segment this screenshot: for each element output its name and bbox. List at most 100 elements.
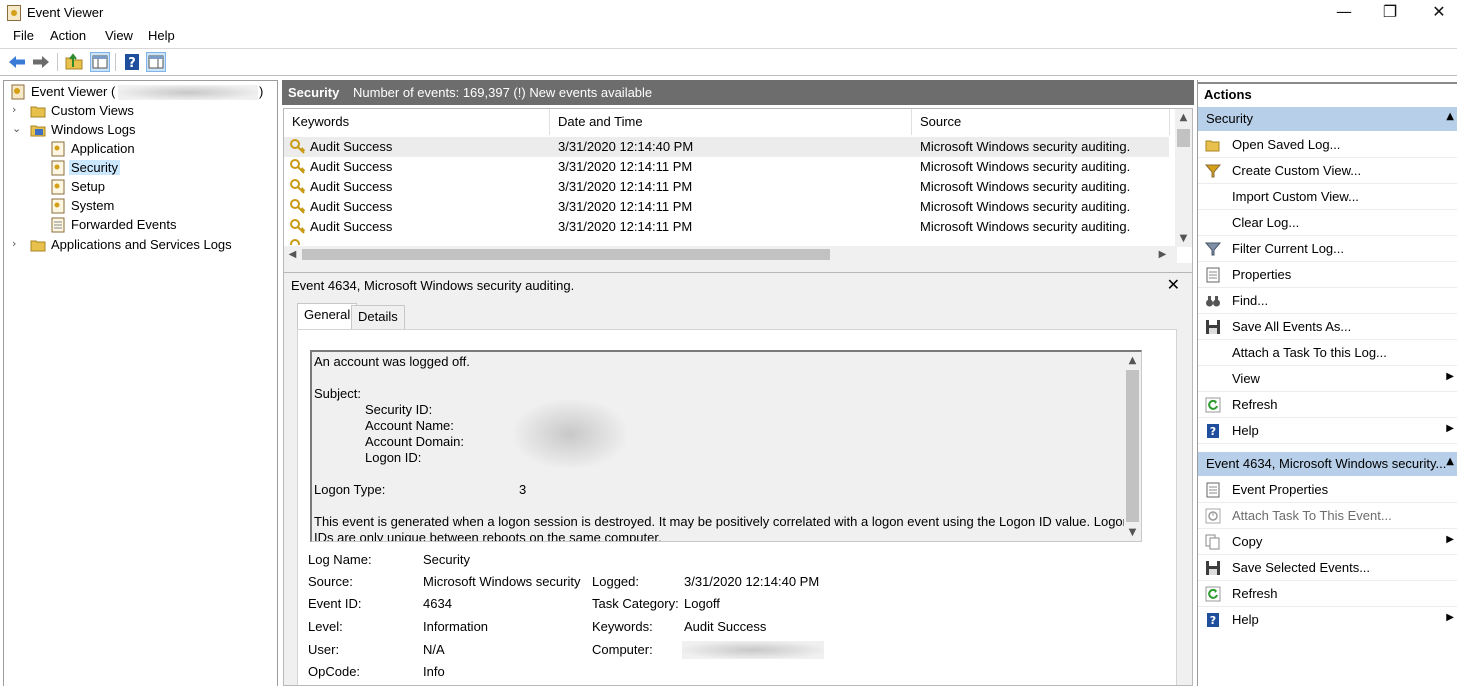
log-name-label: Log Name: bbox=[308, 552, 372, 567]
date-cell: 3/31/2020 12:14:40 PM bbox=[558, 139, 694, 154]
message-text: This event is generated when a logon ses… bbox=[314, 514, 1130, 529]
action-help-event[interactable]: ? Help ▶ bbox=[1198, 607, 1457, 633]
tree-item-application[interactable]: Application bbox=[8, 140, 273, 159]
table-row[interactable]: Audit Success 3/31/2020 12:14:40 PM Micr… bbox=[284, 137, 1169, 157]
message-text: An account was logged off. bbox=[314, 354, 470, 369]
tree-label: Windows Logs bbox=[51, 122, 136, 137]
action-import-custom-view[interactable]: Import Custom View... bbox=[1198, 184, 1457, 210]
close-icon[interactable]: ✕ bbox=[1167, 275, 1180, 294]
collapse-icon[interactable]: ▲ bbox=[1446, 456, 1454, 467]
actions-section-security[interactable]: Security ▲ bbox=[1198, 107, 1457, 131]
table-row[interactable]: Audit Success 3/31/2020 12:14:11 PM Micr… bbox=[284, 157, 1169, 177]
action-create-custom-view[interactable]: Create Custom View... bbox=[1198, 158, 1457, 184]
scroll-thumb[interactable] bbox=[302, 249, 830, 260]
tree-item-custom-views[interactable]: › Custom Views bbox=[8, 102, 273, 121]
scroll-up-icon[interactable]: ▲ bbox=[1124, 352, 1141, 369]
folder-up-icon[interactable] bbox=[64, 52, 84, 72]
menu-action[interactable]: Action bbox=[50, 28, 86, 43]
table-row[interactable] bbox=[284, 237, 1169, 245]
scroll-left-icon[interactable]: ◀ bbox=[284, 246, 301, 263]
action-event-properties[interactable]: Event Properties bbox=[1198, 477, 1457, 503]
section-title: Security bbox=[1206, 111, 1253, 126]
minimize-button[interactable]: — bbox=[1329, 2, 1359, 24]
scroll-down-icon[interactable]: ▼ bbox=[1175, 230, 1192, 247]
filter-icon bbox=[1204, 241, 1222, 257]
log-header: Security Number of events: 169,397 (!) N… bbox=[282, 80, 1194, 105]
tree-item-event-viewer[interactable]: Event Viewer ( ) bbox=[8, 83, 273, 102]
action-help[interactable]: ? Help ▶ bbox=[1198, 418, 1457, 444]
event-viewer-icon bbox=[7, 5, 21, 21]
message-text: 3 bbox=[519, 482, 527, 497]
table-row[interactable]: Audit Success 3/31/2020 12:14:11 PM Micr… bbox=[284, 177, 1169, 197]
scroll-right-icon[interactable]: ▶ bbox=[1154, 246, 1171, 263]
chevron-right-icon[interactable]: › bbox=[12, 103, 22, 116]
column-header-source[interactable]: Source bbox=[912, 109, 1170, 135]
chevron-right-icon[interactable]: › bbox=[12, 237, 22, 250]
message-text: IDs are only unique between reboots on t… bbox=[314, 530, 662, 542]
scroll-thumb[interactable] bbox=[1126, 370, 1139, 522]
log-icon bbox=[50, 179, 66, 195]
action-find[interactable]: Find... bbox=[1198, 288, 1457, 314]
back-arrow-icon[interactable] bbox=[7, 52, 27, 72]
action-label: Properties bbox=[1232, 267, 1292, 282]
action-label: Save Selected Events... bbox=[1232, 560, 1371, 575]
tree-item-setup[interactable]: Setup bbox=[8, 178, 273, 197]
tree-item-applications-and-services-logs[interactable]: › Applications and Services Logs bbox=[8, 236, 273, 255]
tree-item-system[interactable]: System bbox=[8, 197, 273, 216]
show-hide-tree-icon[interactable] bbox=[90, 52, 110, 72]
column-header-keywords[interactable]: Keywords bbox=[284, 109, 550, 135]
close-button[interactable]: ✕ bbox=[1424, 2, 1454, 24]
action-view[interactable]: View ▶ bbox=[1198, 366, 1457, 392]
menu-file[interactable]: File bbox=[13, 28, 34, 43]
action-label: Open Saved Log... bbox=[1232, 137, 1341, 152]
action-refresh[interactable]: Refresh bbox=[1198, 392, 1457, 418]
action-save-selected-events[interactable]: Save Selected Events... bbox=[1198, 555, 1457, 581]
action-properties[interactable]: Properties bbox=[1198, 262, 1457, 288]
action-label: Save All Events As... bbox=[1232, 319, 1352, 334]
scroll-down-icon[interactable]: ▼ bbox=[1124, 524, 1141, 541]
forward-arrow-icon[interactable] bbox=[31, 52, 51, 72]
collapse-icon[interactable]: ▲ bbox=[1446, 111, 1454, 122]
action-save-all-events-as[interactable]: Save All Events As... bbox=[1198, 314, 1457, 340]
action-open-saved-log[interactable]: Open Saved Log... bbox=[1198, 132, 1457, 158]
message-text: Logon ID: bbox=[365, 450, 422, 465]
chevron-down-icon[interactable]: ⌄ bbox=[12, 122, 22, 135]
action-attach-task-to-log[interactable]: Attach a Task To this Log... bbox=[1198, 340, 1457, 366]
level-value: Information bbox=[423, 619, 489, 634]
menu-help[interactable]: Help bbox=[148, 28, 175, 43]
action-label: Find... bbox=[1232, 293, 1269, 308]
action-refresh-event[interactable]: Refresh bbox=[1198, 581, 1457, 607]
action-copy[interactable]: Copy ▶ bbox=[1198, 529, 1457, 555]
tree-item-security[interactable]: Security bbox=[8, 159, 273, 178]
scroll-up-icon[interactable]: ▲ bbox=[1175, 109, 1192, 126]
table-row[interactable]: Audit Success 3/31/2020 12:14:11 PM Micr… bbox=[284, 197, 1169, 217]
grid-horizontal-scrollbar[interactable]: ◀ ▶ bbox=[284, 246, 1177, 263]
show-hide-action-pane-icon[interactable] bbox=[146, 52, 166, 72]
toolbar-separator bbox=[57, 53, 58, 71]
action-label: Help bbox=[1232, 612, 1259, 627]
action-filter-current-log[interactable]: Filter Current Log... bbox=[1198, 236, 1457, 262]
actions-section-event[interactable]: Event 4634, Microsoft Windows security..… bbox=[1198, 452, 1457, 476]
event-id-label: Event ID: bbox=[308, 596, 362, 611]
column-header-date-and-time[interactable]: Date and Time bbox=[550, 109, 912, 135]
tab-details[interactable]: Details bbox=[351, 305, 405, 329]
grid-vertical-scrollbar[interactable]: ▲ ▼ bbox=[1175, 109, 1192, 247]
menu-view[interactable]: View bbox=[105, 28, 133, 43]
actions-header: Actions bbox=[1198, 82, 1457, 106]
message-scrollbar[interactable]: ▲ ▼ bbox=[1124, 352, 1141, 541]
tree-item-windows-logs[interactable]: ⌄ Windows Logs bbox=[8, 121, 273, 140]
scroll-thumb[interactable] bbox=[1177, 129, 1190, 147]
source-cell: Microsoft Windows security auditing. bbox=[920, 159, 1131, 174]
action-attach-task-to-event[interactable]: Attach Task To This Event... bbox=[1198, 503, 1457, 529]
tree-item-forwarded-events[interactable]: Forwarded Events bbox=[8, 216, 273, 235]
log-name: Security bbox=[288, 85, 340, 100]
open-folder-icon bbox=[1205, 137, 1221, 153]
help-icon[interactable]: ? bbox=[122, 52, 142, 72]
event-message-box[interactable]: An account was logged off. Subject: Secu… bbox=[310, 350, 1142, 542]
maximize-button[interactable]: ❐ bbox=[1375, 2, 1405, 24]
tab-general[interactable]: General bbox=[297, 303, 358, 330]
tree-label: Application bbox=[71, 141, 135, 156]
table-row[interactable]: Audit Success 3/31/2020 12:14:11 PM Micr… bbox=[284, 217, 1169, 237]
source-cell: Microsoft Windows security auditing. bbox=[920, 139, 1131, 154]
action-clear-log[interactable]: Clear Log... bbox=[1198, 210, 1457, 236]
